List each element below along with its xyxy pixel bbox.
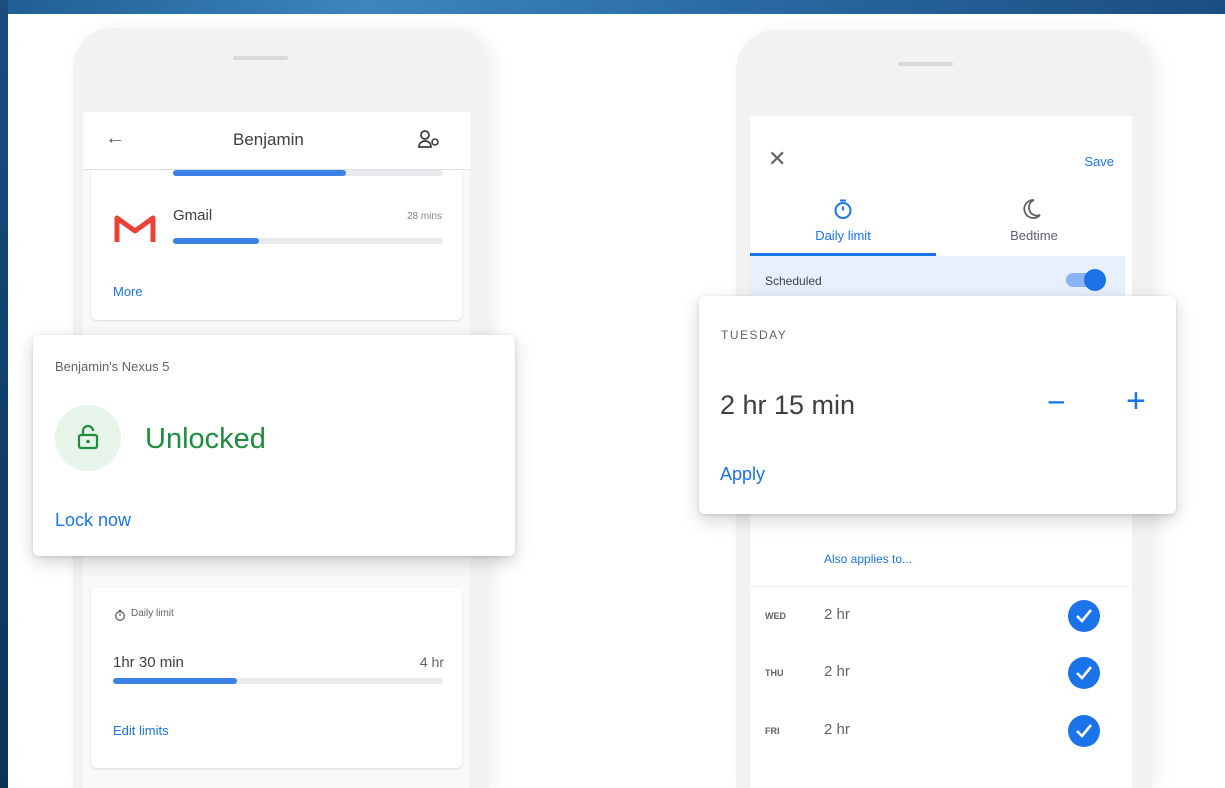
gmail-usage-fill — [173, 238, 260, 244]
partial-app-usage-bar — [173, 170, 443, 176]
scheduled-label: Scheduled — [765, 274, 822, 288]
day-check-wed[interactable] — [1068, 600, 1100, 632]
scheduled-toggle[interactable] — [1066, 269, 1106, 291]
timer-icon — [114, 608, 126, 626]
daily-limit-fill — [113, 678, 237, 684]
top-frame-strip — [0, 0, 1225, 14]
daily-limit-total: 4 hr — [419, 654, 444, 670]
left-phone-speaker — [233, 56, 288, 60]
tab-bedtime[interactable]: Bedtime — [936, 186, 1132, 256]
manage-account-icon[interactable] — [418, 129, 440, 154]
unlocked-status-circle — [55, 405, 121, 471]
gmail-usage-bar — [173, 238, 443, 244]
edit-limits-link[interactable]: Edit limits — [113, 723, 169, 738]
day-time-value: 2 hr 15 min — [720, 390, 856, 420]
right-phone-speaker — [898, 62, 953, 66]
day-row-thu: THU 2 hr — [750, 644, 1132, 702]
promo-stage: ← Benjamin Gmail 28 mins More Daily limi… — [8, 14, 1225, 788]
gmail-time: 28 mins — [406, 211, 442, 222]
header-title: Benjamin — [233, 130, 304, 149]
also-applies-link[interactable]: Also applies to... — [824, 552, 912, 566]
lock-open-icon — [77, 424, 99, 455]
stopwatch-icon — [832, 198, 854, 225]
device-name: Benjamin's Nexus 5 — [55, 359, 170, 374]
day-row-wed: WED 2 hr — [750, 586, 1132, 645]
day-time: 2 hr — [824, 721, 850, 738]
decrease-button[interactable]: − — [1047, 384, 1066, 421]
gmail-icon — [114, 212, 156, 249]
day-limit-card: TUESDAY 2 hr 15 min − + Apply — [699, 296, 1176, 514]
apply-button[interactable]: Apply — [720, 464, 765, 485]
day-time: 2 hr — [824, 606, 850, 623]
lock-now-button[interactable]: Lock now — [55, 510, 131, 531]
moon-icon — [1022, 198, 1042, 225]
toggle-knob — [1084, 269, 1106, 291]
daily-limit-card: Daily limit 1hr 30 min 4 hr Edit limits — [91, 588, 462, 768]
day-label: THU — [765, 668, 784, 678]
day-check-thu[interactable] — [1068, 657, 1100, 689]
daily-limit-bar — [113, 678, 443, 684]
partial-app-usage-fill — [173, 170, 346, 176]
tab-bedtime-label: Bedtime — [1010, 228, 1058, 243]
day-label: WED — [765, 611, 786, 621]
more-link[interactable]: More — [113, 284, 143, 299]
day-name: TUESDAY — [721, 328, 788, 342]
app-header: ← Benjamin — [83, 112, 470, 170]
day-check-fri[interactable] — [1068, 715, 1100, 747]
tab-daily-limit-label: Daily limit — [815, 228, 871, 243]
tab-daily-limit[interactable]: Daily limit — [750, 186, 936, 256]
daily-limit-label: Daily limit — [131, 608, 174, 619]
daily-limit-used: 1hr 30 min — [113, 654, 184, 671]
left-frame-strip — [0, 0, 8, 788]
back-arrow-icon[interactable]: ← — [105, 127, 125, 150]
device-lock-card: Benjamin's Nexus 5 Unlocked Lock now — [33, 335, 515, 556]
day-label: FRI — [765, 726, 780, 736]
app-usage-card: Gmail 28 mins More — [91, 170, 462, 320]
gmail-label: Gmail — [173, 207, 213, 224]
increase-button[interactable]: + — [1126, 382, 1146, 421]
day-row-fri: FRI 2 hr — [750, 702, 1132, 760]
unlocked-status: Unlocked — [145, 423, 266, 455]
day-time: 2 hr — [824, 663, 850, 680]
save-button[interactable]: Save — [1084, 154, 1114, 169]
close-icon[interactable]: ✕ — [768, 146, 786, 172]
